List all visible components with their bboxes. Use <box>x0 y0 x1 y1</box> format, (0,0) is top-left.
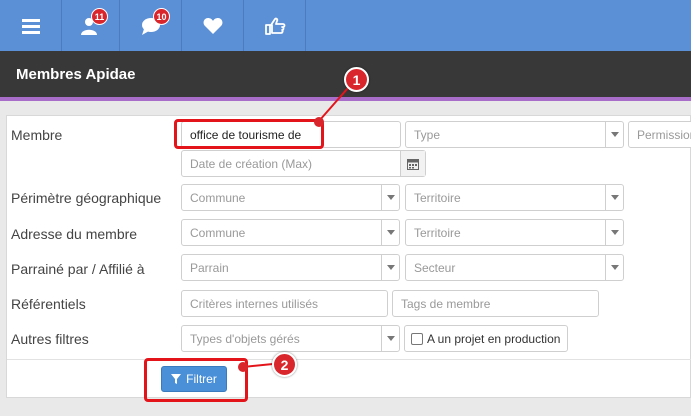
annotation-dot-2 <box>238 362 248 372</box>
annotation-marker-2: 2 <box>272 352 297 377</box>
annotation-marker-1: 1 <box>344 67 369 92</box>
highlight-membre-input <box>174 119 324 149</box>
highlight-filtrer-button <box>144 358 248 402</box>
annotation-lines <box>242 79 356 368</box>
annotation-dot-1 <box>314 117 324 127</box>
